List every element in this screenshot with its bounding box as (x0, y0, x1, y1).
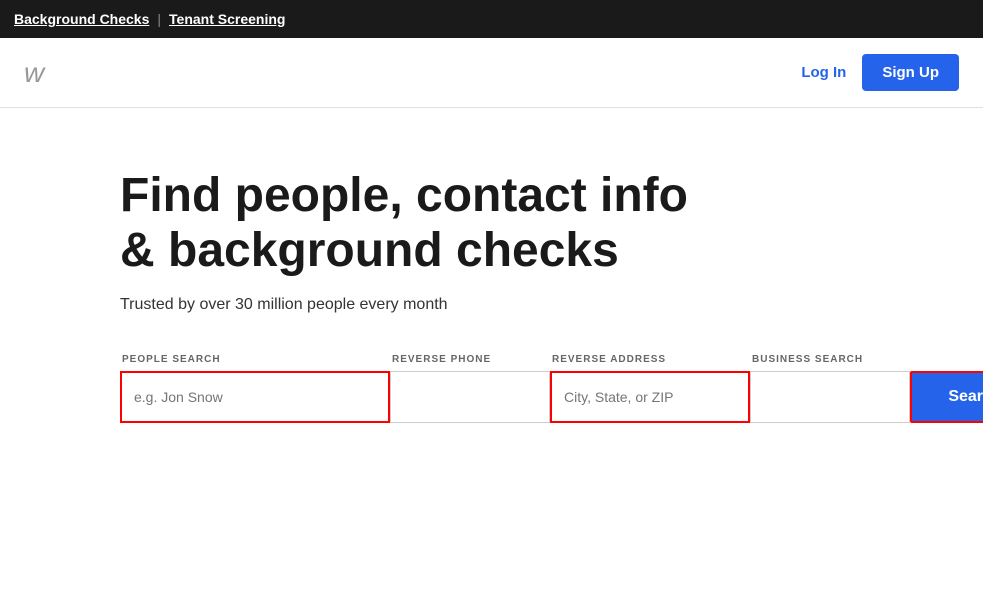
search-button-col: - Search (910, 354, 983, 423)
reverse-address-tab[interactable]: REVERSE ADDRESS (550, 354, 750, 365)
search-section: PEOPLE SEARCH REVERSE PHONE REVERSE ADDR… (120, 354, 863, 423)
page-subtext: Trusted by over 30 million people every … (120, 296, 863, 314)
background-checks-link[interactable]: Background Checks (14, 11, 149, 27)
signup-button[interactable]: Sign Up (862, 54, 959, 91)
location-input[interactable] (550, 371, 750, 423)
business-search-col: BUSINESS SEARCH (750, 354, 910, 423)
header: w Log In Sign Up (0, 38, 983, 108)
reverse-phone-col: REVERSE PHONE (390, 354, 550, 423)
business-search-tab[interactable]: BUSINESS SEARCH (750, 354, 910, 365)
people-search-tab[interactable]: PEOPLE SEARCH (120, 354, 390, 365)
main-content: Find people, contact info & background c… (0, 108, 983, 483)
people-search-col: PEOPLE SEARCH (120, 354, 390, 423)
logo: w (24, 57, 44, 89)
page-headline: Find people, contact info & background c… (120, 168, 720, 278)
top-bar-divider: | (157, 11, 161, 27)
reverse-address-col: REVERSE ADDRESS (550, 354, 750, 423)
top-bar-links: Background Checks | Tenant Screening (14, 11, 285, 27)
name-input[interactable] (120, 371, 390, 423)
search-form: PEOPLE SEARCH REVERSE PHONE REVERSE ADDR… (120, 354, 863, 423)
reverse-phone-tab[interactable]: REVERSE PHONE (390, 354, 550, 365)
top-bar: Background Checks | Tenant Screening (0, 0, 983, 38)
search-button[interactable]: Search (910, 371, 983, 423)
login-link[interactable]: Log In (801, 64, 846, 81)
header-actions: Log In Sign Up (801, 54, 959, 91)
tenant-screening-link[interactable]: Tenant Screening (169, 11, 285, 27)
phone-input[interactable] (390, 371, 550, 423)
business-input[interactable] (750, 371, 910, 423)
